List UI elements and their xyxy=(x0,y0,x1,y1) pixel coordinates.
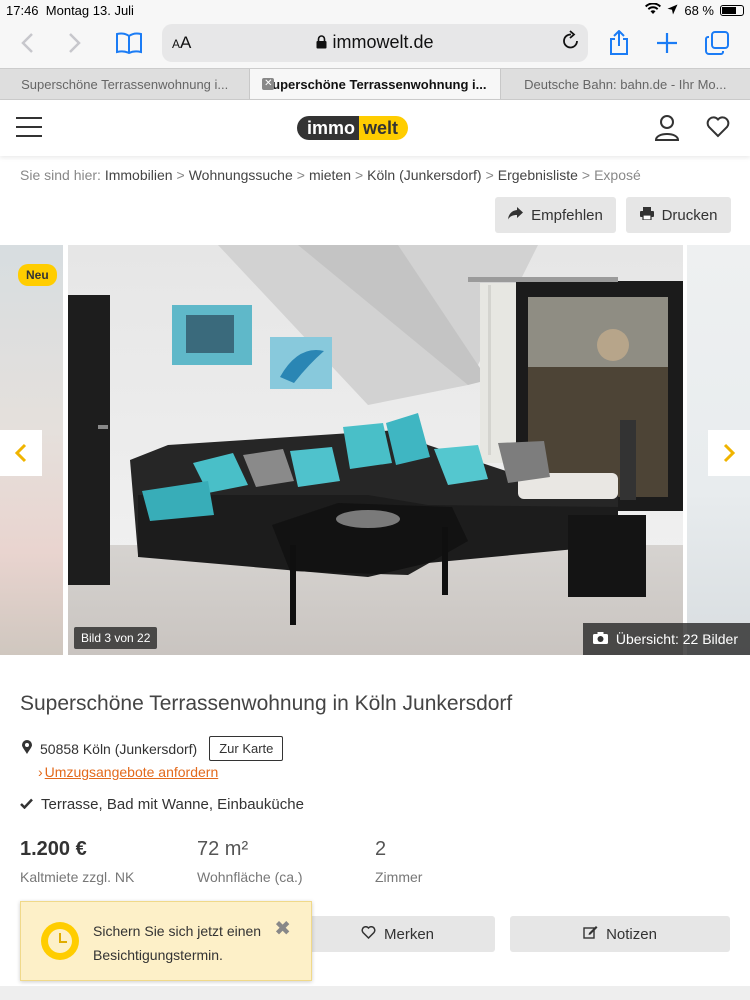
clock-icon xyxy=(41,922,79,960)
bookmarks-icon[interactable] xyxy=(112,26,146,60)
listing-address-row: 50858 Köln (Junkersdorf) Zur Karte xyxy=(22,736,284,761)
price-stat: 1.200 € Kaltmiete zzgl. NK xyxy=(20,838,134,885)
url-display[interactable]: immowelt.de xyxy=(162,32,588,53)
breadcrumb-prefix: Sie sind hier: xyxy=(20,167,101,183)
listing-address: 50858 Köln (Junkersdorf) xyxy=(40,740,198,757)
user-icon[interactable] xyxy=(654,114,680,147)
breadcrumb: Sie sind hier: Immobilien > Wohnungssuche >… xyxy=(20,167,641,183)
breadcrumb-item[interactable]: Wohnungssuche xyxy=(189,167,293,183)
recommend-button[interactable]: Empfehlen xyxy=(495,197,616,233)
breadcrumb-item[interactable]: mieten xyxy=(309,167,351,183)
new-badge: Neu xyxy=(18,264,57,286)
breadcrumb-current: Exposé xyxy=(594,167,641,183)
show-map-button[interactable]: Zur Karte xyxy=(209,736,284,761)
camera-icon xyxy=(592,631,608,647)
battery-percent: 68 % xyxy=(684,3,714,18)
price-value: 1.200 € xyxy=(20,838,87,860)
breadcrumb-item[interactable]: Immobilien xyxy=(105,167,173,183)
features-row: Terrasse, Bad mit Wanne, Einbauküche xyxy=(20,796,304,813)
image-gallery: Neu Bild 3 von 22 Übersicht: 22 Bilder xyxy=(0,245,750,655)
tabs-overview-icon[interactable] xyxy=(700,26,734,60)
location-icon xyxy=(667,3,678,18)
status-bar: 17:46 Montag 13. Juli 68 % xyxy=(0,0,750,20)
browser-toolbar: AA immowelt.de xyxy=(0,20,750,68)
recommend-label: Empfehlen xyxy=(531,206,603,224)
gallery-overview-button[interactable]: Übersicht: 22 Bilder xyxy=(582,623,750,655)
tab-label: Superschöne Terrassenwohnung i... xyxy=(263,76,487,92)
tab-1-active[interactable]: ✕ Superschöne Terrassenwohnung i... xyxy=(250,69,501,99)
toast-message: Sichern Sie sich jetzt einen Besichtigun… xyxy=(93,923,262,963)
gallery-next-arrow-icon[interactable] xyxy=(708,430,750,476)
area-label: Wohnfläche (ca.) xyxy=(197,869,303,885)
living-room-photo xyxy=(68,245,683,655)
status-date: Montag 13. Juli xyxy=(45,3,134,18)
print-label: Drucken xyxy=(661,206,718,224)
print-button[interactable]: Drucken xyxy=(626,197,731,233)
wifi-icon xyxy=(645,2,662,18)
checkmark-icon xyxy=(20,796,33,813)
gallery-prev-arrow-icon[interactable] xyxy=(0,430,42,476)
new-tab-icon[interactable] xyxy=(650,26,684,60)
bottom-edge xyxy=(0,986,750,1000)
map-pin-icon xyxy=(22,740,32,757)
logo-right: welt xyxy=(359,116,409,140)
status-time: 17:46 xyxy=(6,3,39,18)
lock-icon xyxy=(316,32,332,52)
notes-button[interactable]: Notizen xyxy=(510,916,730,952)
breadcrumb-item[interactable]: Köln (Junkersdorf) xyxy=(367,167,481,183)
address-bar[interactable]: AA immowelt.de xyxy=(162,24,588,62)
chevron-right-icon: › xyxy=(38,764,43,780)
notes-label: Notizen xyxy=(606,925,657,943)
breadcrumb-item[interactable]: Ergebnisliste xyxy=(498,167,578,183)
tab-2[interactable]: Deutsche Bahn: bahn.de - Ihr Mo... xyxy=(501,69,750,99)
price-label: Kaltmiete zzgl. NK xyxy=(20,869,135,885)
rooms-label: Zimmer xyxy=(375,869,423,885)
overview-label: Übersicht: 22 Bilder xyxy=(615,631,738,647)
share-arrow-icon xyxy=(508,206,524,224)
rooms-value: 2 xyxy=(375,838,387,860)
site-logo[interactable]: immo welt xyxy=(297,116,409,140)
url-text: immowelt.de xyxy=(332,32,434,52)
status-time-date: 17:46 Montag 13. Juli xyxy=(6,3,134,18)
tab-label: Superschöne Terrassenwohnung i... xyxy=(21,76,229,92)
close-toast-icon[interactable]: ✖ xyxy=(274,916,291,941)
features-text: Terrasse, Bad mit Wanne, Einbauküche xyxy=(41,796,304,813)
save-listing-button[interactable]: Merken xyxy=(300,916,495,952)
image-counter: Bild 3 von 22 xyxy=(74,627,158,649)
rooms-stat: 2 Zimmer xyxy=(375,838,422,885)
site-header: immo welt xyxy=(0,100,750,156)
logo-left: immo xyxy=(297,116,360,140)
reload-icon[interactable] xyxy=(562,30,580,56)
gallery-main-image[interactable] xyxy=(68,245,683,655)
moving-offers-label: Umzugsangebote anfordern xyxy=(44,764,219,780)
share-icon[interactable] xyxy=(602,26,636,60)
tab-0[interactable]: Superschöne Terrassenwohnung i... xyxy=(0,69,251,99)
listing-title: Superschöne Terrassenwohnung in Köln Jun… xyxy=(20,692,513,715)
printer-icon xyxy=(639,206,654,224)
area-stat: 72 m² Wohnfläche (ca.) xyxy=(197,838,303,885)
area-value: 72 m² xyxy=(197,838,249,860)
back-icon[interactable] xyxy=(10,26,44,60)
close-tab-icon[interactable]: ✕ xyxy=(262,78,275,90)
save-label: Merken xyxy=(383,925,435,943)
favorites-heart-icon[interactable] xyxy=(706,116,730,145)
heart-outline-icon xyxy=(361,925,376,943)
battery-icon xyxy=(720,5,744,16)
forward-icon[interactable] xyxy=(58,26,92,60)
browser-tabs: Superschöne Terrassenwohnung i... ✕ Supe… xyxy=(0,68,750,100)
status-right: 68 % xyxy=(645,2,744,18)
tab-label: Deutsche Bahn: bahn.de - Ihr Mo... xyxy=(524,76,727,92)
moving-offers-link[interactable]: › Umzugsangebote anfordern xyxy=(38,764,218,780)
edit-note-icon xyxy=(583,925,598,943)
menu-icon[interactable] xyxy=(16,117,42,137)
viewing-appointment-toast[interactable]: Sichern Sie sich jetzt einen Besichtigun… xyxy=(20,901,312,981)
